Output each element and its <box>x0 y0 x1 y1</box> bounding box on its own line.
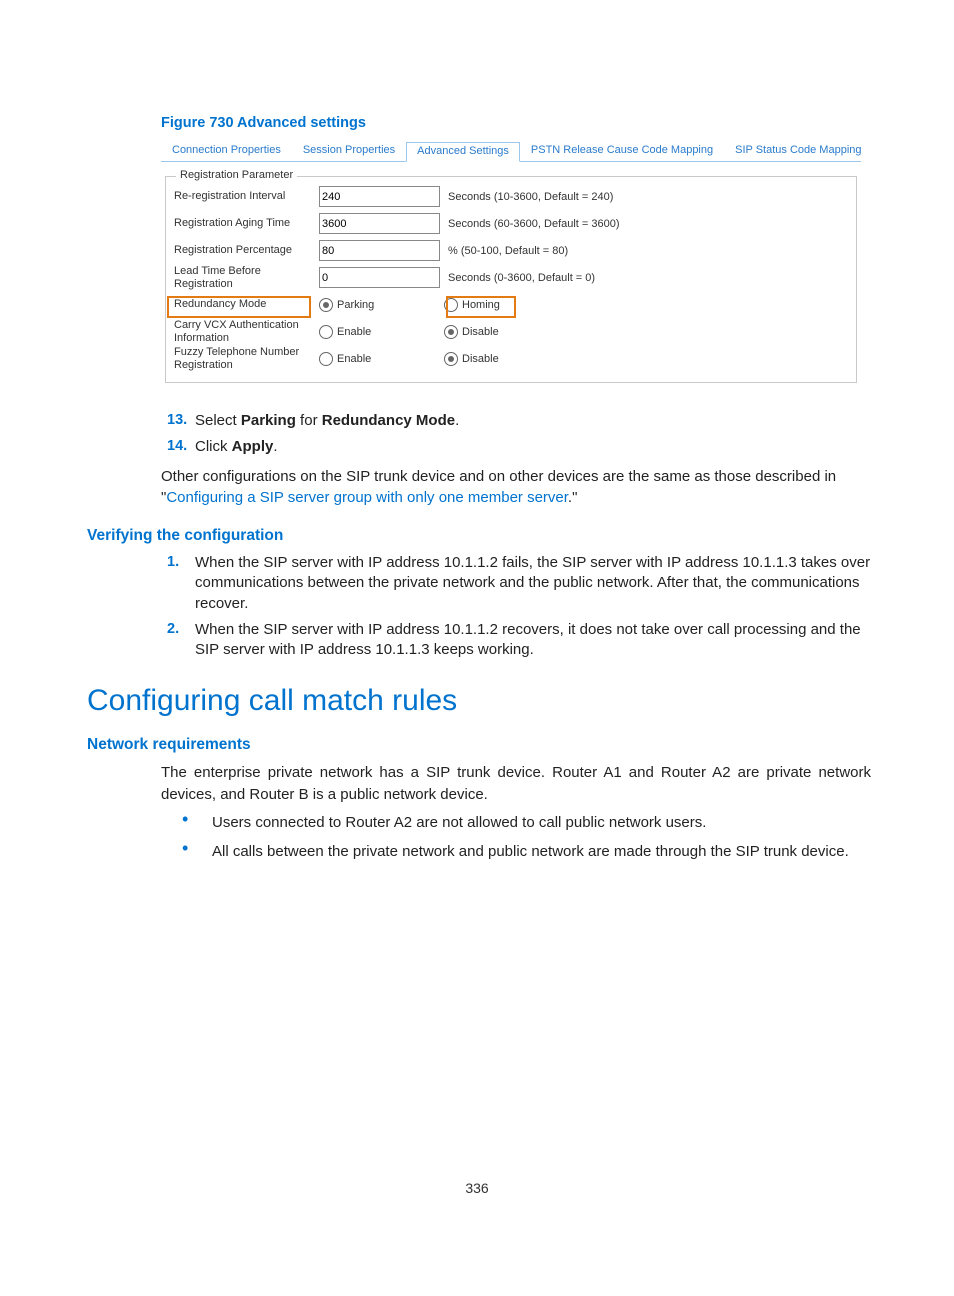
step-text: Select Parking for Redundancy Mode. <box>195 411 459 431</box>
tab-session-properties[interactable]: Session Properties <box>292 141 406 161</box>
step-number: 1. <box>167 553 195 614</box>
radio-parking[interactable]: Parking <box>319 298 374 312</box>
page-number: 336 <box>0 1180 954 1196</box>
label-reg-percentage: Registration Percentage <box>174 244 319 256</box>
tab-sip-status-mapping[interactable]: SIP Status Code Mapping <box>724 141 872 161</box>
text: ." <box>568 489 578 506</box>
advanced-settings-panel: Connection Properties Session Properties… <box>161 141 861 383</box>
label-rereg-interval: Re-registration Interval <box>174 190 319 202</box>
text: Select <box>195 412 241 429</box>
tab-advanced-settings[interactable]: Advanced Settings <box>406 142 520 162</box>
step-number: 14. <box>167 437 195 457</box>
bullet-icon: • <box>182 812 212 833</box>
radio-dot-icon <box>444 325 458 339</box>
step-text: When the SIP server with IP address 10.1… <box>195 620 871 661</box>
step-number: 13. <box>167 411 195 431</box>
radio-circle-icon <box>444 298 458 312</box>
heading-network-requirements: Network requirements <box>87 736 871 754</box>
radio-label-enable: Enable <box>337 353 371 365</box>
text-bold: Redundancy Mode <box>322 412 455 429</box>
tab-pstn-mapping[interactable]: PSTN Release Cause Code Mapping <box>520 141 724 161</box>
step-text: Click Apply. <box>195 437 278 457</box>
bullet-text: All calls between the private network an… <box>212 841 849 862</box>
input-lead-time[interactable] <box>319 267 440 288</box>
radio-fuzzy-enable[interactable]: Enable <box>319 352 371 366</box>
bullet-icon: • <box>182 841 212 862</box>
link-config-sip-server-group[interactable]: Configuring a SIP server group with only… <box>166 489 568 506</box>
heading-verifying: Verifying the configuration <box>87 527 871 545</box>
text: for <box>296 412 322 429</box>
hint-reg-percentage: % (50-100, Default = 80) <box>448 245 568 257</box>
text: . <box>273 438 277 455</box>
heading-config-call-match: Configuring call match rules <box>87 684 871 718</box>
figure-caption: Figure 730 Advanced settings <box>161 115 871 131</box>
radio-dot-icon <box>444 352 458 366</box>
registration-parameter-fieldset: Registration Parameter Re-registration I… <box>165 176 857 383</box>
radio-label-disable: Disable <box>462 326 499 338</box>
radio-label-parking: Parking <box>337 299 374 311</box>
text: Click <box>195 438 232 455</box>
tab-connection-properties[interactable]: Connection Properties <box>161 141 292 161</box>
radio-fuzzy-disable[interactable]: Disable <box>444 352 499 366</box>
hint-aging-time: Seconds (60-3600, Default = 3600) <box>448 218 620 230</box>
paragraph: Other configurations on the SIP trunk de… <box>161 466 871 510</box>
input-reg-percentage[interactable] <box>319 240 440 261</box>
radio-vcx-disable[interactable]: Disable <box>444 325 499 339</box>
label-carry-vcx: Carry VCX Authentication Information <box>174 319 319 343</box>
bullet-text: Users connected to Router A2 are not all… <box>212 812 706 833</box>
radio-circle-icon <box>319 352 333 366</box>
label-fuzzy-reg: Fuzzy Telephone Number Registration <box>174 346 319 370</box>
input-aging-time[interactable] <box>319 213 440 234</box>
text-bold: Apply <box>232 438 274 455</box>
tab-bar: Connection Properties Session Properties… <box>161 141 861 162</box>
radio-label-enable: Enable <box>337 326 371 338</box>
radio-vcx-enable[interactable]: Enable <box>319 325 371 339</box>
radio-homing[interactable]: Homing <box>444 298 500 312</box>
radio-label-homing: Homing <box>462 299 500 311</box>
text: . <box>455 412 459 429</box>
label-lead-time: Lead Time Before Registration <box>174 265 319 289</box>
radio-circle-icon <box>319 325 333 339</box>
text-bold: Parking <box>241 412 296 429</box>
hint-rereg-interval: Seconds (10-3600, Default = 240) <box>448 191 613 203</box>
step-text: When the SIP server with IP address 10.1… <box>195 553 871 614</box>
fieldset-legend: Registration Parameter <box>176 169 297 181</box>
label-aging-time: Registration Aging Time <box>174 217 319 229</box>
input-rereg-interval[interactable] <box>319 186 440 207</box>
step-number: 2. <box>167 620 195 661</box>
hint-lead-time: Seconds (0-3600, Default = 0) <box>448 272 595 284</box>
radio-label-disable: Disable <box>462 353 499 365</box>
radio-dot-icon <box>319 298 333 312</box>
paragraph: The enterprise private network has a SIP… <box>161 762 871 806</box>
label-redundancy-mode: Redundancy Mode <box>174 298 319 310</box>
